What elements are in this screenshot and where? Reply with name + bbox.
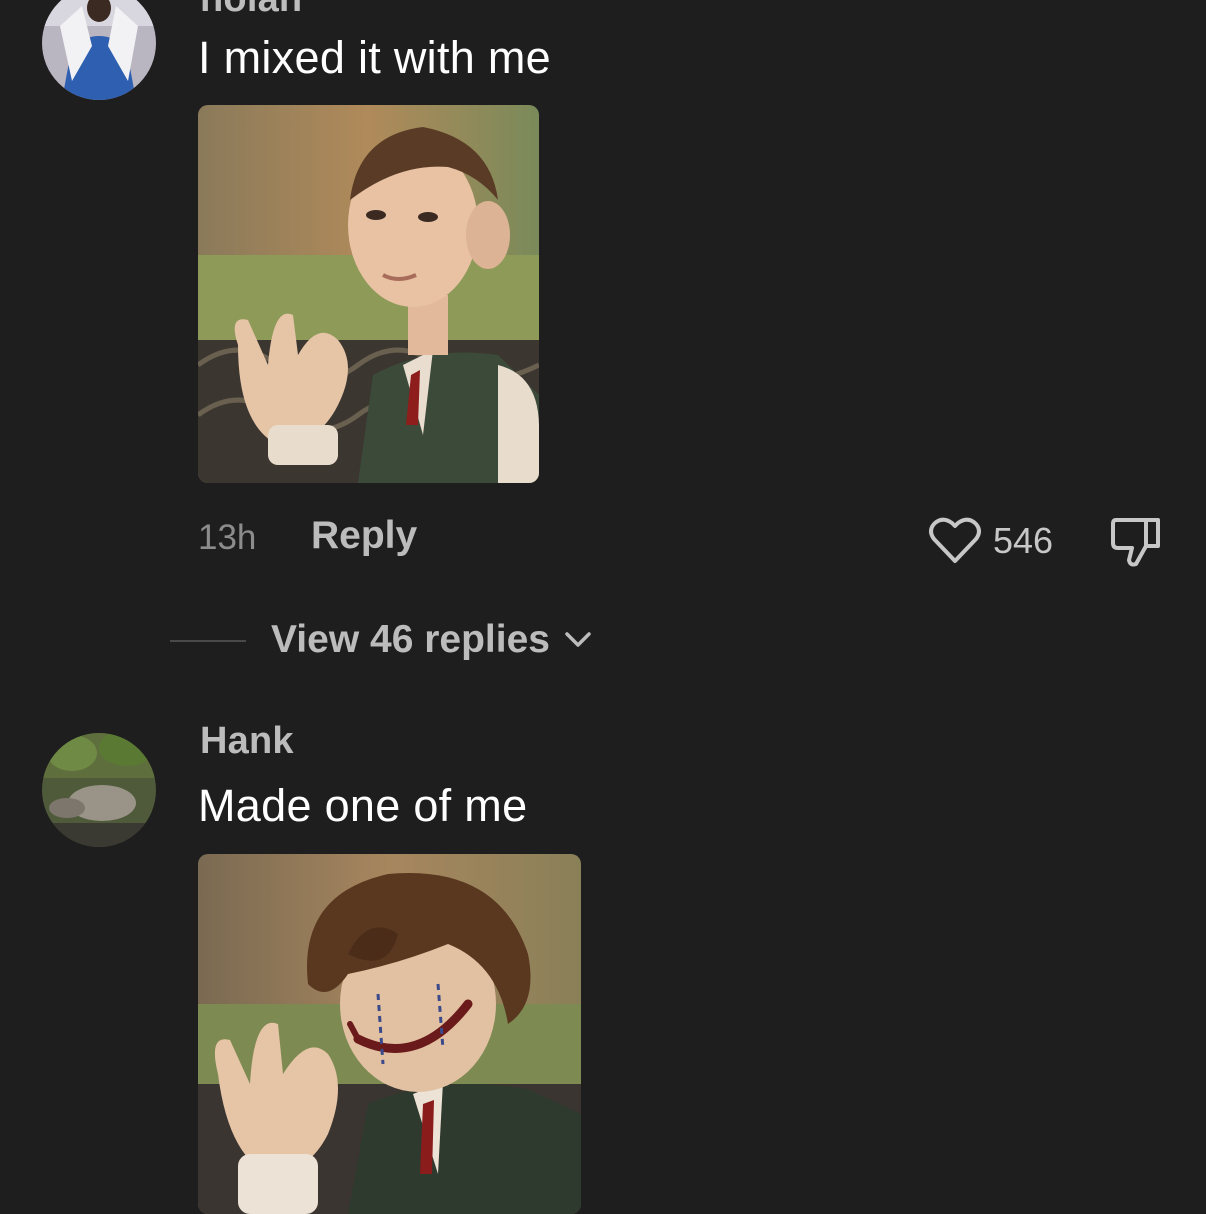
like-count: 546	[993, 520, 1054, 561]
comment-username[interactable]: nolan	[200, 0, 302, 21]
view-replies-button[interactable]: View 46 replies	[271, 618, 592, 662]
comment-avatar[interactable]	[42, 733, 156, 847]
comment-attachment-image[interactable]	[198, 854, 581, 1214]
like-button[interactable]	[928, 517, 982, 565]
dislike-button[interactable]	[1110, 516, 1164, 568]
replies-divider	[170, 640, 246, 642]
joker-makeup-boy-ok-sign-photo	[198, 854, 581, 1214]
user-avatar-icon	[42, 0, 156, 100]
comment-text: Made one of me	[198, 780, 528, 831]
comment-timestamp: 13h	[198, 518, 257, 557]
chevron-down-icon	[565, 632, 591, 647]
comment-attachment-image[interactable]	[198, 105, 539, 483]
thumbs-down-outline-icon	[1111, 518, 1160, 567]
claymation-boy-ok-sign-photo	[198, 105, 539, 483]
user-avatar-icon	[42, 733, 156, 847]
comment-text: I mixed it with me	[198, 32, 551, 83]
comment-avatar[interactable]	[42, 0, 156, 100]
view-replies-label: View 46 replies	[271, 618, 550, 661]
reply-button[interactable]: Reply	[311, 514, 417, 558]
comment-username[interactable]: Hank	[200, 720, 294, 763]
heart-outline-icon	[929, 517, 981, 563]
